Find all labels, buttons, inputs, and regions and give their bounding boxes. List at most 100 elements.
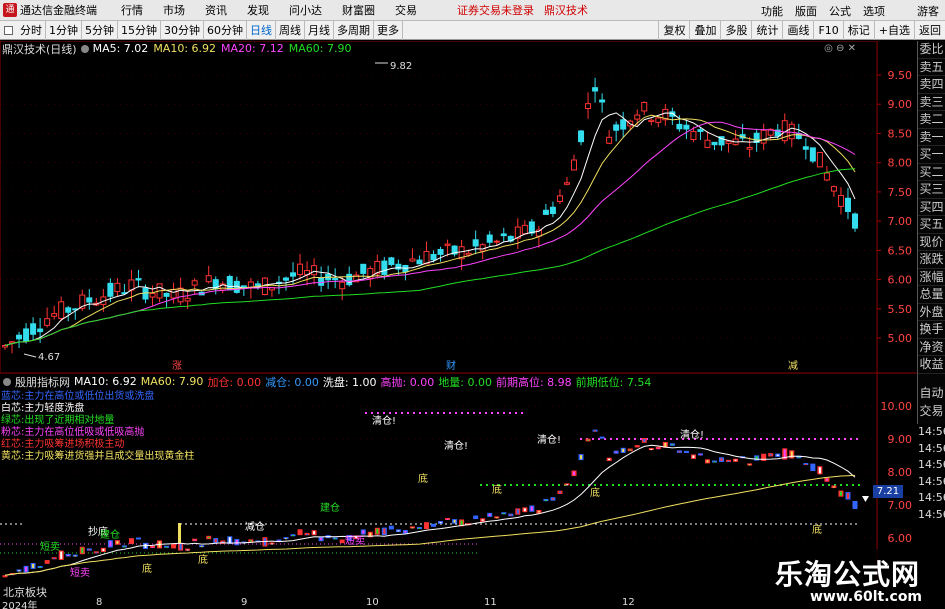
side-sell3[interactable]: 卖三	[918, 94, 945, 111]
sub-candle-core	[432, 524, 435, 526]
back-button[interactable]: 返回	[914, 21, 945, 40]
side-sell4[interactable]: 卖四	[918, 76, 945, 94]
guest-user[interactable]: 游客	[911, 3, 945, 19]
candle-body	[254, 283, 261, 286]
period-60min[interactable]: 60分钟	[204, 20, 247, 40]
side-sell2[interactable]: 卖二	[918, 111, 945, 129]
side-commission-ratio[interactable]: 委比	[918, 41, 945, 59]
draw-line-button[interactable]: 画线	[782, 21, 813, 40]
menu-formula[interactable]: 公式	[823, 3, 857, 19]
side-sell5[interactable]: 卖五	[918, 59, 945, 76]
sub-indicator-settings-icon[interactable]	[3, 377, 11, 386]
side-buy2[interactable]: 买二	[918, 164, 945, 181]
side-current-price[interactable]: 现价	[918, 234, 945, 251]
menu-discover[interactable]: 发现	[237, 2, 279, 18]
candle-body	[711, 141, 718, 146]
y-tick-label: 9.50	[888, 69, 913, 82]
side-total-volume[interactable]: 总量	[918, 286, 945, 304]
statistics-button[interactable]: 统计	[751, 21, 782, 40]
menu-news[interactable]: 资讯	[195, 2, 237, 18]
menu-trade[interactable]: 交易	[385, 2, 427, 18]
period-daily[interactable]: 日线	[247, 20, 276, 40]
candle-body	[760, 129, 767, 144]
side-outer-volume[interactable]: 外盘	[918, 304, 945, 321]
candle-body	[802, 146, 809, 150]
ma60-label: MA60: 7.90	[288, 42, 352, 55]
period-monthly[interactable]: 月线	[305, 20, 334, 40]
y-tick-label: 5.00	[888, 332, 913, 345]
menu-market[interactable]: 市场	[153, 2, 195, 18]
low-price-label: 4.67	[38, 352, 60, 363]
side-sell1[interactable]: 卖一	[918, 129, 945, 146]
candle-body	[697, 129, 704, 132]
period-weekly[interactable]: 周线	[276, 20, 305, 40]
candle-body	[809, 147, 816, 162]
sub-candle-core	[383, 528, 386, 535]
menu-quotes[interactable]: 行情	[111, 2, 153, 18]
side-net-assets[interactable]: 净资	[918, 339, 945, 356]
side-buy5[interactable]: 买五	[918, 216, 945, 234]
sub-candle-core	[713, 461, 716, 463]
period-multi[interactable]: 多周期	[334, 20, 374, 40]
y-tick-label: 6.50	[888, 244, 913, 257]
side-turnover[interactable]: 换手	[918, 321, 945, 339]
side-change[interactable]: 涨跌	[918, 251, 945, 269]
candle-body	[416, 259, 423, 265]
candle-body	[290, 272, 297, 277]
sub-candle-core	[67, 554, 70, 556]
menu-function[interactable]: 功能	[755, 3, 789, 19]
ma10-label: MA10: 6.92	[153, 42, 217, 55]
candle-body	[16, 334, 23, 340]
sub-candle-core	[88, 549, 91, 551]
chart-window-controls-icon[interactable]: ◎ ⊖ ✕	[824, 43, 856, 54]
menu-ask[interactable]: 问小达	[279, 2, 332, 18]
sub-field-high-sell: 高抛: 0.00	[380, 375, 435, 389]
legend-red: 红芯:主力吸筹进场积极主动	[1, 439, 125, 450]
signal-label: 减仓	[245, 520, 265, 533]
x-tick: 11	[484, 597, 497, 608]
side-buy3[interactable]: 买三	[918, 181, 945, 199]
overlay-button[interactable]: 叠加	[689, 21, 720, 40]
side-trade[interactable]: 交易	[918, 402, 945, 420]
menu-wealth[interactable]: 财富圈	[332, 2, 385, 18]
sub-candle-core	[776, 454, 779, 456]
legend-yellow: 黄芯:主力吸筹进货强并且成交量出现黄金柱	[1, 451, 195, 462]
side-auto[interactable]: 自动	[918, 384, 945, 402]
multi-stock-button[interactable]: 多股	[720, 21, 751, 40]
f10-button[interactable]: F10	[813, 21, 842, 40]
add-watchlist-button[interactable]: +自选	[873, 21, 914, 40]
mark-button[interactable]: 标记	[842, 21, 874, 40]
x-tick: 2024年	[2, 601, 38, 609]
trade-login-warning[interactable]: 证券交易未登录	[457, 2, 534, 18]
legend-blue: 蓝芯:主力在高位或低位出货或洗盘	[1, 391, 155, 402]
side-change-pct[interactable]: 涨幅	[918, 269, 945, 286]
side-buy1[interactable]: 买一	[918, 146, 945, 164]
sub-candle-core	[95, 552, 98, 554]
period-1min[interactable]: 1分钟	[46, 20, 82, 40]
auto-trade-panel: 自动 交易	[917, 384, 945, 424]
side-earnings[interactable]: 收益	[918, 356, 945, 374]
menu-options[interactable]: 选项	[857, 3, 891, 19]
side-buy4[interactable]: 买四	[918, 199, 945, 216]
menu-layout[interactable]: 版面	[789, 3, 823, 19]
y-tick-label: 7.00	[888, 215, 913, 228]
period-intraday[interactable]: 分时	[17, 20, 46, 40]
sub-field-prev-high: 前期高位: 8.98	[495, 375, 572, 389]
period-more[interactable]: 更多	[374, 20, 403, 40]
indicator-settings-icon[interactable]	[80, 44, 89, 53]
sub-candle-core	[706, 460, 709, 463]
period-5min[interactable]: 5分钟	[82, 20, 118, 40]
toolbar-checkbox[interactable]	[4, 25, 13, 35]
sub-y-tick-label: 8.00	[888, 466, 913, 479]
candle-body	[578, 130, 585, 143]
sub-candle-core	[565, 484, 568, 486]
period-15min[interactable]: 15分钟	[118, 20, 161, 40]
period-30min[interactable]: 30分钟	[161, 20, 204, 40]
candle-body	[339, 281, 346, 290]
candle-body	[571, 159, 578, 171]
ma-line	[4, 114, 856, 346]
candle-body	[479, 244, 486, 252]
last-price-badge: 7.21	[873, 485, 903, 498]
restore-rights-button[interactable]: 复权	[658, 21, 689, 40]
kline-chart[interactable]: 9.50 9.00 8.50 8.00 7.50 7.00 6.50 6.00 5.50 5.00…	[0, 41, 917, 586]
